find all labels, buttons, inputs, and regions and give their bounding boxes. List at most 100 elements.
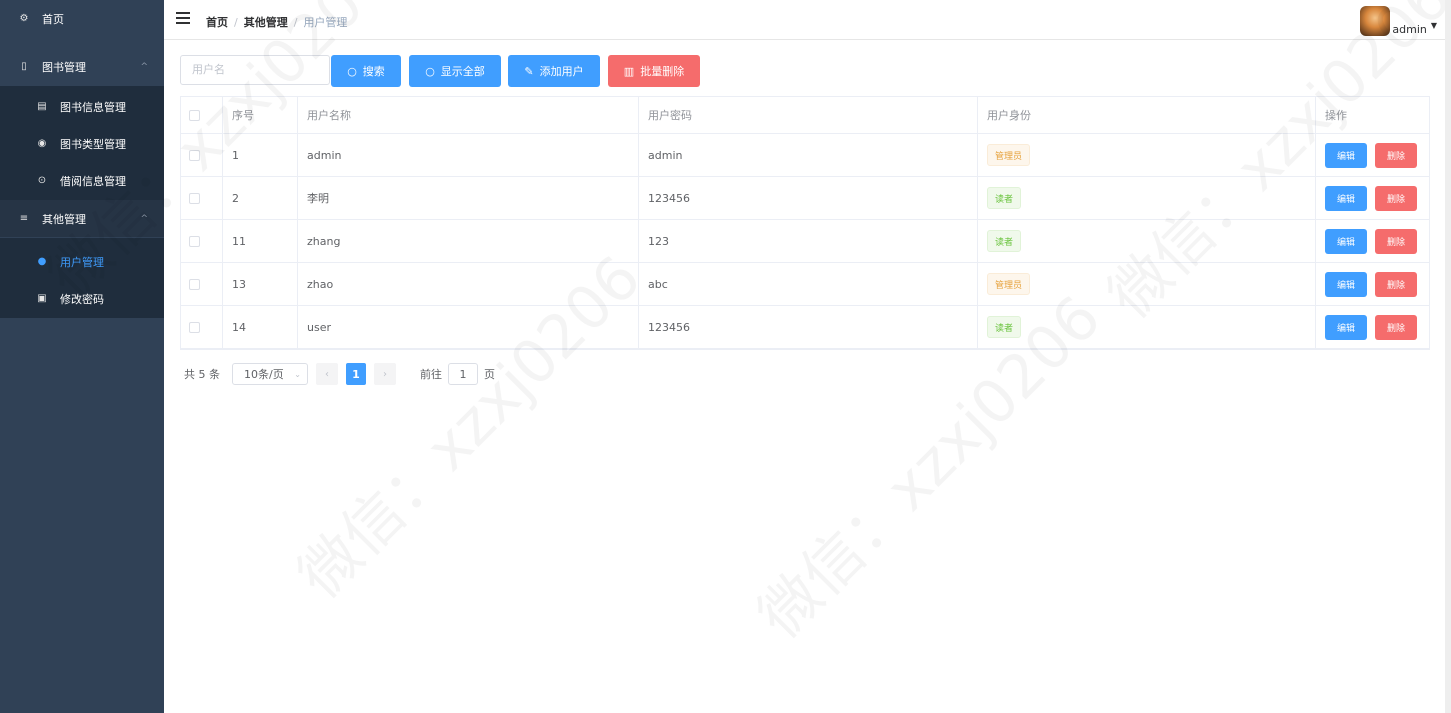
cell-role: 读者	[978, 177, 1316, 219]
table-row: 14 user 123456 读者 编辑 删除	[181, 306, 1429, 349]
add-user-button-label: 添加用户	[539, 65, 584, 78]
table-row: 2 李明 123456 读者 编辑 删除	[181, 177, 1429, 220]
sidebar-item-home[interactable]: ⚙ 首页	[0, 0, 164, 37]
table-row: 13 zhao abc 管理员 编辑 删除	[181, 263, 1429, 306]
page-size-value: 10条/页	[244, 368, 284, 381]
edit-button[interactable]: 编辑	[1325, 271, 1367, 297]
edit-button[interactable]: 编辑	[1325, 314, 1367, 340]
delete-button[interactable]: 删除	[1375, 228, 1417, 254]
role-tag: 管理员	[987, 273, 1031, 295]
cell-username: zhao	[298, 263, 639, 305]
sidebar-item-change-password[interactable]: ▣ 修改密码	[0, 280, 164, 317]
circle-icon: ◉	[37, 138, 47, 149]
breadcrumb: 首页 / 其他管理 / 用户管理	[206, 16, 348, 29]
sidebar-item-label: 借阅信息管理	[60, 174, 126, 188]
search-icon: ○	[425, 64, 435, 78]
row-checkbox[interactable]	[189, 192, 200, 204]
next-page-button[interactable]: ›	[374, 363, 396, 385]
delete-button[interactable]: 删除	[1375, 314, 1417, 340]
app-root: ⚙ 首页 ▯ 图书管理 ^ ▤ 图书信息管理 ◉ 图书类型管理 ⊙ 借阅信息管理…	[0, 0, 1451, 713]
page-number-current[interactable]: 1	[346, 363, 366, 385]
goto-suffix: 页	[484, 368, 495, 381]
caret-down-icon[interactable]: ▼	[1431, 21, 1437, 30]
cell-index: 11	[223, 220, 298, 262]
page-size-select[interactable]: 10条/页 ⌄	[232, 363, 308, 385]
pagination: 共 5 条 10条/页 ⌄ ‹ 1 › 前往 1 页	[184, 363, 495, 385]
row-check-cell	[181, 306, 223, 348]
cell-role: 读者	[978, 220, 1316, 262]
breadcrumb-home[interactable]: 首页	[206, 16, 228, 29]
list-icon: ≡	[19, 213, 29, 224]
cell-password: abc	[639, 263, 978, 305]
sidebar-item-other-management[interactable]: ≡ 其他管理 ^	[0, 200, 164, 237]
select-all-checkbox[interactable]	[189, 109, 200, 121]
cell-actions: 编辑 删除	[1316, 134, 1429, 176]
username-search-input[interactable]	[180, 55, 330, 85]
trash-icon: ▥	[623, 64, 635, 78]
row-checkbox[interactable]	[189, 149, 200, 161]
cell-password: admin	[639, 134, 978, 176]
sidebar-item-borrow-info[interactable]: ⊙ 借阅信息管理	[0, 162, 164, 199]
borrow-icon: ⊙	[37, 175, 47, 186]
sidebar-item-label: 图书管理	[42, 60, 86, 74]
user-table: 序号 用户名称 用户密码 用户身份 操作 1 admin admin 管理员 编辑 删除 2…	[180, 96, 1430, 350]
user-name[interactable]: admin	[1392, 23, 1426, 36]
show-all-button[interactable]: ○ 显示全部	[409, 55, 501, 87]
prev-page-button[interactable]: ‹	[316, 363, 338, 385]
cell-index: 1	[223, 134, 298, 176]
sidebar: ⚙ 首页 ▯ 图书管理 ^ ▤ 图书信息管理 ◉ 图书类型管理 ⊙ 借阅信息管理…	[0, 0, 164, 713]
add-user-button[interactable]: ✎ 添加用户	[508, 55, 600, 87]
row-check-cell	[181, 263, 223, 305]
sidebar-item-label: 首页	[42, 12, 64, 26]
table-body: 1 admin admin 管理员 编辑 删除 2 李明 123456 读者 编辑 删除 11 zhang…	[181, 134, 1429, 349]
sidebar-item-book-type[interactable]: ◉ 图书类型管理	[0, 125, 164, 162]
row-check-cell	[181, 220, 223, 262]
breadcrumb-other: 其他管理	[243, 16, 288, 29]
table-header: 序号 用户名称 用户密码 用户身份 操作	[181, 97, 1429, 134]
chevron-up-icon: ^	[140, 62, 148, 72]
book-icon: ▯	[21, 61, 27, 72]
cell-actions: 编辑 删除	[1316, 177, 1429, 219]
cell-index: 2	[223, 177, 298, 219]
cell-password: 123456	[639, 306, 978, 348]
avatar[interactable]	[1360, 6, 1391, 36]
delete-button[interactable]: 删除	[1375, 271, 1417, 297]
show-all-button-label: 显示全部	[440, 65, 485, 78]
row-checkbox[interactable]	[189, 321, 200, 333]
cell-password: 123	[639, 220, 978, 262]
edit-button[interactable]: 编辑	[1325, 228, 1367, 254]
edit-button[interactable]: 编辑	[1325, 185, 1367, 211]
sidebar-item-label: 图书类型管理	[60, 137, 126, 151]
top-header: 首页 / 其他管理 / 用户管理 admin ▼	[164, 0, 1451, 40]
cell-username: 李明	[298, 177, 639, 219]
cell-username: user	[298, 306, 639, 348]
hamburger-menu-icon[interactable]	[176, 12, 190, 26]
batch-delete-button-label: 批量删除	[640, 65, 685, 78]
row-check-cell	[181, 134, 223, 176]
row-checkbox[interactable]	[189, 278, 200, 290]
delete-button[interactable]: 删除	[1375, 142, 1417, 168]
chevron-down-icon: ⌄	[294, 369, 301, 379]
cell-role: 读者	[978, 306, 1316, 348]
delete-button[interactable]: 删除	[1375, 185, 1417, 211]
scrollbar[interactable]	[1445, 0, 1451, 713]
cell-username: zhang	[298, 220, 639, 262]
edit-button[interactable]: 编辑	[1325, 142, 1367, 168]
row-checkbox[interactable]	[189, 235, 200, 247]
cell-index: 14	[223, 306, 298, 348]
sidebar-item-label: 用户管理	[60, 255, 104, 269]
document-icon: ▤	[37, 101, 47, 112]
search-button[interactable]: ○ 搜索	[331, 55, 401, 87]
sidebar-item-label: 其他管理	[42, 212, 86, 226]
row-check-cell	[181, 177, 223, 219]
table-row: 1 admin admin 管理员 编辑 删除	[181, 134, 1429, 177]
column-header-actions: 操作	[1325, 109, 1347, 122]
user-dropdown[interactable]: admin ▼	[1360, 6, 1437, 36]
sidebar-item-book-info[interactable]: ▤ 图书信息管理	[0, 88, 164, 125]
cell-password: 123456	[639, 177, 978, 219]
batch-delete-button[interactable]: ▥ 批量删除	[608, 55, 700, 87]
sidebar-item-user-management[interactable]: ● 用户管理	[0, 243, 164, 280]
goto-page-input[interactable]: 1	[448, 363, 478, 385]
sidebar-item-book-management[interactable]: ▯ 图书管理 ^	[0, 48, 164, 85]
column-header-password: 用户密码	[639, 97, 978, 133]
